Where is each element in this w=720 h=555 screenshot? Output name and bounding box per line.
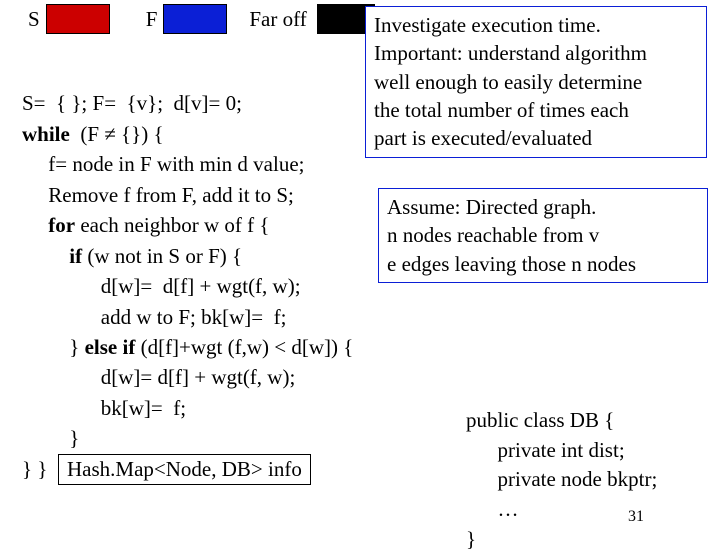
page-number: 31	[628, 508, 644, 526]
note-line: e edges leaving those n nodes	[387, 250, 699, 278]
algorithm-code: S= { }; F= {v}; d[v]= 0; while (F ≠ {}) …	[22, 58, 353, 484]
note-line: Assume: Directed graph.	[387, 193, 699, 221]
algo-line: d[w]= d[f] + wgt(f, w);	[22, 365, 295, 389]
algo-line: (F ≠ {}) {	[70, 122, 164, 146]
algo-line: } }	[22, 457, 47, 481]
cls-line: …	[466, 497, 519, 521]
algo-line: each neighbor w of f {	[75, 213, 269, 237]
note-line: n nodes reachable from v	[387, 221, 699, 249]
note-line: well enough to easily determine	[374, 68, 698, 96]
swatch-s	[46, 4, 110, 34]
algo-line: d[w]= d[f] + wgt(f, w);	[22, 274, 301, 298]
algo-line: Remove f from F, add it to S;	[22, 183, 294, 207]
cls-line: private node bkptr;	[466, 467, 657, 491]
algo-kw-for: for	[22, 213, 75, 237]
algo-line: add w to F; bk[w]= f;	[22, 305, 286, 329]
hashmap-info-text: Hash.Map<Node, DB> info	[67, 457, 302, 481]
swatch-f	[163, 4, 227, 34]
algo-line: f= node in F with min d value;	[22, 152, 305, 176]
algo-line: bk[w]= f;	[22, 396, 186, 420]
note-line: Important: understand algorithm	[374, 39, 698, 67]
algo-line: S= { }; F= {v}; d[v]= 0;	[22, 91, 242, 115]
legend-s-label: S	[28, 7, 40, 32]
legend-far-label: Far off	[249, 7, 306, 32]
algo-kw-elseif: else if	[85, 335, 136, 359]
algo-line: }	[22, 335, 85, 359]
algo-kw-while: while	[22, 122, 70, 146]
legend-f-label: F	[146, 7, 158, 32]
legend-row: S F Far off	[28, 4, 393, 34]
class-db-code: public class DB { private int dist; priv…	[466, 376, 657, 555]
note-line: Investigate execution time.	[374, 11, 698, 39]
algo-kw-if: if	[22, 244, 82, 268]
cls-line: }	[466, 527, 476, 551]
cls-line: public class DB {	[466, 408, 614, 432]
algo-line: (d[f]+wgt (f,w) < d[w]) {	[135, 335, 353, 359]
note-line: the total number of times each	[374, 96, 698, 124]
note-box-execution-time: Investigate execution time. Important: u…	[365, 6, 707, 158]
note-box-assume: Assume: Directed graph. n nodes reachabl…	[378, 188, 708, 283]
note-line: part is executed/evaluated	[374, 124, 698, 152]
algo-line: (w not in S or F) {	[82, 244, 242, 268]
hashmap-info-box: Hash.Map<Node, DB> info	[58, 454, 311, 485]
algo-line: }	[22, 426, 79, 450]
cls-line: private int dist;	[466, 438, 625, 462]
